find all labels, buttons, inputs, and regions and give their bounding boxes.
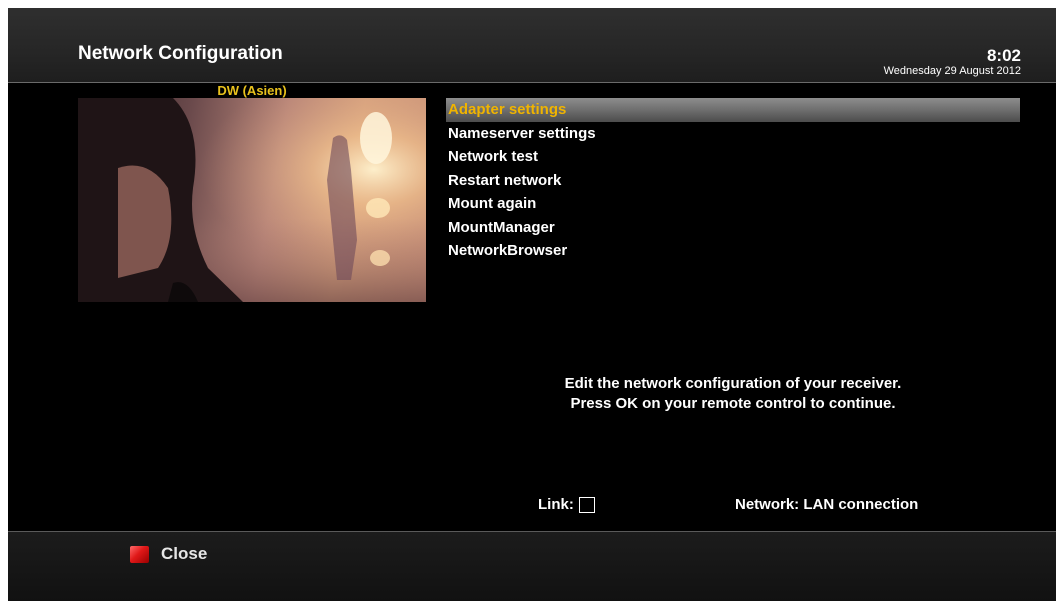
menu-item-restart-network[interactable]: Restart network	[446, 169, 1020, 193]
link-label: Link:	[538, 496, 574, 513]
page-title: Network Configuration	[78, 43, 283, 64]
menu-item-network-test[interactable]: Network test	[446, 145, 1020, 169]
menu-item-mount-manager[interactable]: MountManager	[446, 216, 1020, 240]
header-bar: Network Configuration 8:02 Wednesday 29 …	[8, 8, 1056, 83]
red-key-icon	[130, 545, 149, 563]
screen: Network Configuration 8:02 Wednesday 29 …	[8, 8, 1056, 601]
menu-item-nameserver-settings[interactable]: Nameserver settings	[446, 122, 1020, 146]
channel-name: DW (Asien)	[217, 83, 287, 98]
footer-bar: Close	[8, 532, 1056, 601]
network-status: Network: LAN connection	[735, 496, 919, 513]
close-label: Close	[161, 544, 208, 563]
help-description: Edit the network configuration of your r…	[446, 374, 1020, 414]
clock-date: Wednesday 29 August 2012	[883, 65, 1021, 77]
menu-item-adapter-settings[interactable]: Adapter settings	[446, 98, 1020, 122]
preview-image	[78, 98, 426, 302]
clock-time: 8:02	[986, 46, 1021, 65]
tv-preview-picture	[78, 98, 426, 302]
help-line-2: Press OK on your remote control to conti…	[570, 395, 896, 412]
menu-item-network-browser[interactable]: NetworkBrowser	[446, 239, 1020, 263]
close-button[interactable]: Close	[130, 544, 207, 564]
checkbox-icon	[578, 496, 595, 513]
menu-item-mount-again[interactable]: Mount again	[446, 192, 1020, 216]
network-menu: Adapter settings Nameserver settings Net…	[446, 98, 1020, 263]
link-status: Link:	[538, 496, 595, 513]
help-line-1: Edit the network configuration of your r…	[564, 375, 902, 392]
